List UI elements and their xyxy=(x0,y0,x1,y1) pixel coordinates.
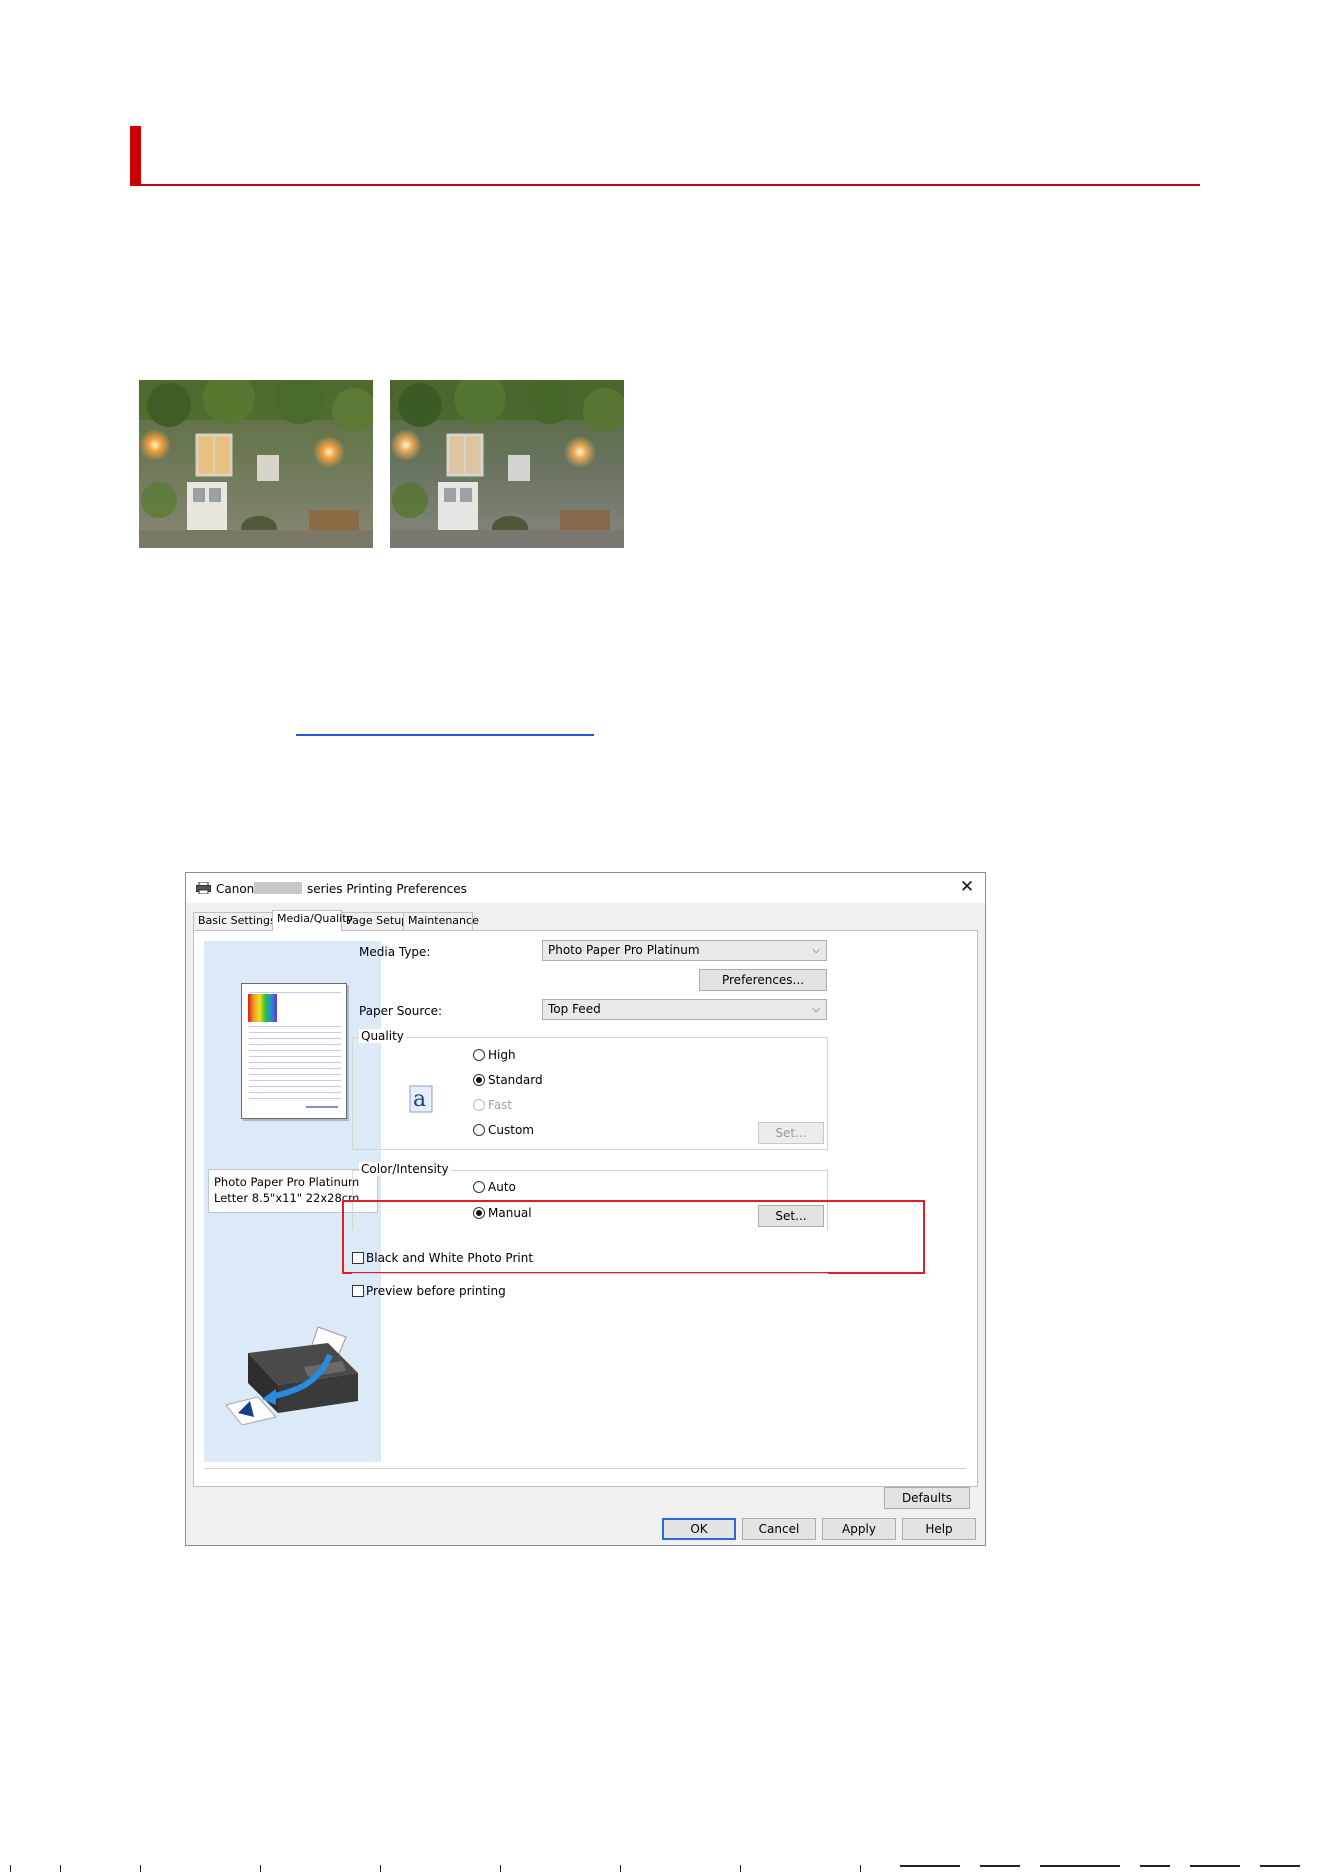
radio-auto[interactable] xyxy=(473,1181,485,1193)
close-icon[interactable]: ✕ xyxy=(957,877,977,897)
heading-rule xyxy=(130,184,1200,186)
color-intensity-group-title: Color/Intensity xyxy=(359,1162,451,1176)
printer-illustration xyxy=(225,1326,358,1425)
printer-icon xyxy=(196,882,211,894)
paper-name-text: Photo Paper Pro Platinum xyxy=(214,1175,360,1189)
quality-a-icon: a xyxy=(409,1085,433,1113)
bottom-edge-strip xyxy=(10,1865,1300,1872)
cancel-button[interactable]: Cancel xyxy=(742,1518,816,1540)
chevron-down-icon: ⌵ xyxy=(812,1004,820,1015)
radio-custom[interactable] xyxy=(473,1124,485,1136)
media-type-select[interactable]: Photo Paper Pro Platinum ⌵ xyxy=(542,940,827,961)
dialog-title-bar: Canon series Printing Preferences ✕ xyxy=(186,873,985,903)
sample-photo-right xyxy=(390,380,624,548)
bw-photo-print-option[interactable]: Black and White Photo Print xyxy=(352,1251,533,1267)
quality-set-button: Set... xyxy=(758,1122,824,1144)
apply-button[interactable]: Apply xyxy=(822,1518,896,1540)
heading-accent-bar xyxy=(130,126,141,186)
sample-photo-left xyxy=(139,380,373,548)
section-divider xyxy=(352,1273,828,1274)
radio-fast xyxy=(473,1099,485,1111)
paper-source-label: Paper Source: xyxy=(359,1004,443,1018)
quality-custom-option[interactable]: Custom xyxy=(473,1123,534,1139)
defaults-button[interactable]: Defaults xyxy=(884,1487,970,1509)
preview-before-printing-option[interactable]: Preview before printing xyxy=(352,1284,506,1300)
tab-media-quality[interactable]: Media/Quality xyxy=(272,910,353,931)
media-quality-panel: Photo Paper Pro Platinum Letter 8.5"x11"… xyxy=(193,930,978,1487)
quality-standard-option[interactable]: Standard xyxy=(473,1073,543,1089)
quality-high-option[interactable]: High xyxy=(473,1048,516,1064)
preferences-button[interactable]: Preferences... xyxy=(699,969,827,991)
redacted-model-name xyxy=(254,882,302,894)
paper-preview-image xyxy=(241,983,347,1119)
tab-basic-settings[interactable]: Basic Settings xyxy=(193,912,276,930)
chevron-down-icon: ⌵ xyxy=(812,945,820,956)
help-button[interactable]: Help xyxy=(902,1518,976,1540)
paper-source-value: Top Feed xyxy=(548,1002,601,1016)
quality-group-title: Quality xyxy=(359,1029,406,1043)
bottom-divider xyxy=(204,1468,966,1469)
dialog-title-suffix: series Printing Preferences xyxy=(307,882,467,896)
quality-group: Quality a High Standard Fast Custom Set.… xyxy=(352,1029,828,1150)
tab-maintenance[interactable]: Maintenance xyxy=(403,912,479,930)
preview-before-printing-checkbox[interactable] xyxy=(352,1285,364,1297)
radio-standard[interactable] xyxy=(473,1074,485,1086)
color-auto-option[interactable]: Auto xyxy=(473,1180,516,1196)
svg-text:a: a xyxy=(413,1087,426,1112)
media-type-label: Media Type: xyxy=(359,945,431,959)
paper-source-select[interactable]: Top Feed ⌵ xyxy=(542,999,827,1020)
document-link-underline[interactable] xyxy=(296,734,594,736)
printing-preferences-dialog: Canon series Printing Preferences ✕ Basi… xyxy=(185,872,986,1546)
media-type-value: Photo Paper Pro Platinum xyxy=(548,943,700,957)
quality-fast-option: Fast xyxy=(473,1098,512,1114)
dialog-title-prefix: Canon xyxy=(216,882,255,896)
ok-button[interactable]: OK xyxy=(662,1518,736,1540)
radio-high[interactable] xyxy=(473,1049,485,1061)
bw-photo-print-checkbox[interactable] xyxy=(352,1252,364,1264)
